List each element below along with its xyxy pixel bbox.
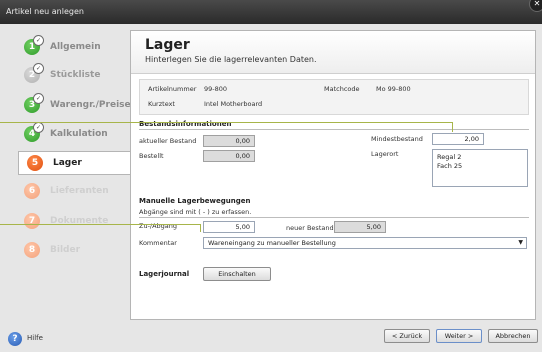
sidebar-item-kalkulation[interactable]: 4 ✓ Kalkulation [16,122,124,145]
location-label: Lagerort [371,150,399,158]
page-title: Lager [145,37,190,53]
sidebar-item-label: Bilder [50,245,81,255]
shorttext-value: Intel Motherboard [204,100,263,108]
section-divider [139,129,529,130]
min-stock-label: Mindestbestand [371,135,423,143]
section-divider [139,217,529,218]
article-number-label: Artikelnummer [148,85,197,93]
new-stock-field: 5,00 [334,221,386,233]
shorttext-label: Kurztext [148,100,175,108]
matchcode-value: Mo 99-800 [376,85,411,93]
close-icon[interactable]: ✕ [529,0,542,12]
check-icon: ✓ [33,122,44,133]
back-button[interactable]: < Zurück [384,329,430,343]
sidebar-item-stueckliste[interactable]: 2 ✓ Stückliste [16,63,124,86]
location-textarea[interactable]: Regal 2 Fach 25 [432,149,528,187]
location-line-1: Regal 2 [437,153,462,161]
step-1-icon: 1 ✓ [24,35,44,55]
sidebar-item-dokumente[interactable]: 7 Dokumente [16,210,124,232]
step-4-icon: 4 ✓ [24,122,44,142]
dialog-window: Artikel neu anlegen ✕ 1 ✓ Allgemein 2 ✓ St… [0,0,542,352]
comment-select[interactable]: Wareneingang zu manueller Bestellung ▼ [203,237,527,249]
inout-input[interactable]: 5,00 [203,221,255,233]
wizard-sidebar: 1 ✓ Allgemein 2 ✓ Stückliste 3 ✓ Warengr./P… [0,24,131,322]
window-title: Artikel neu anlegen [6,7,84,16]
step-2-icon: 2 ✓ [24,63,44,83]
matchcode-label: Matchcode [324,85,360,93]
dialog-footer: ? Hilfe < Zurück Weiter > Abbrechen [0,322,542,352]
callout-line [452,122,453,132]
location-line-2: Fach 25 [437,162,463,170]
ordered-label: Bestellt [139,152,164,160]
check-icon: ✓ [33,35,44,46]
new-stock-label: neuer Bestand [286,224,334,232]
dropdown-arrow-icon: ▼ [518,239,523,246]
step-8-icon: 8 [24,242,40,258]
content-panel: Lager Hinterlegen Sie die lagerrelevante… [130,30,536,320]
sidebar-item-allgemein[interactable]: 1 ✓ Allgemein [16,35,124,58]
sidebar-item-label: Lieferanten [50,186,109,196]
sidebar-item-warengruppen-preise[interactable]: 3 ✓ Warengr./Preise [16,93,131,116]
page-subtitle: Hinterlegen Sie die lagerrelevanten Date… [145,55,317,64]
check-icon: ✓ [33,93,44,104]
callout-line [0,224,200,225]
sidebar-item-lager[interactable]: 5 Lager [18,151,130,175]
sidebar-item-label: Kalkulation [50,129,108,139]
sidebar-item-label: Allgemein [50,42,101,52]
window-titlebar: Artikel neu anlegen [0,0,542,24]
ordered-field: 0,00 [203,150,255,162]
sidebar-item-lieferanten[interactable]: 6 Lieferanten [16,180,124,202]
journal-label: Lagerjournal [139,270,190,278]
sidebar-item-label: Stückliste [50,70,101,80]
step-5-icon: 5 [27,155,43,171]
sidebar-item-label: Lager [53,158,82,168]
article-info-box: Artikelnummer 99-800 Matchcode Mo 99-800… [139,79,529,115]
comment-value: Wareneingang zu manueller Bestellung [208,239,336,247]
step-7-icon: 7 [24,213,40,229]
help-icon[interactable]: ? [8,332,22,346]
check-icon: ✓ [33,63,44,74]
step-6-icon: 6 [24,183,40,199]
min-stock-input[interactable]: 2,00 [432,133,484,145]
current-stock-field: 0,00 [203,135,255,147]
next-button[interactable]: Weiter > [436,329,482,343]
help-label[interactable]: Hilfe [27,334,43,342]
callout-line [200,224,201,232]
article-number-value: 99-800 [204,85,228,93]
callout-line [0,122,452,123]
comment-label: Kommentar [139,239,177,247]
manual-hint: Abgänge sind mit ( - ) zu erfassen. [139,208,252,216]
cancel-button[interactable]: Abbrechen [488,329,538,343]
step-3-icon: 3 ✓ [24,93,44,113]
current-stock-label: aktueller Bestand [139,137,197,145]
journal-enable-button[interactable]: Einschalten [203,267,271,281]
panel-header: Lager Hinterlegen Sie die lagerrelevante… [131,31,535,74]
sidebar-item-label: Warengr./Preise [50,100,131,110]
manual-section-title: Manuelle Lagerbewegungen [139,197,251,205]
sidebar-item-bilder[interactable]: 8 Bilder [16,239,124,261]
